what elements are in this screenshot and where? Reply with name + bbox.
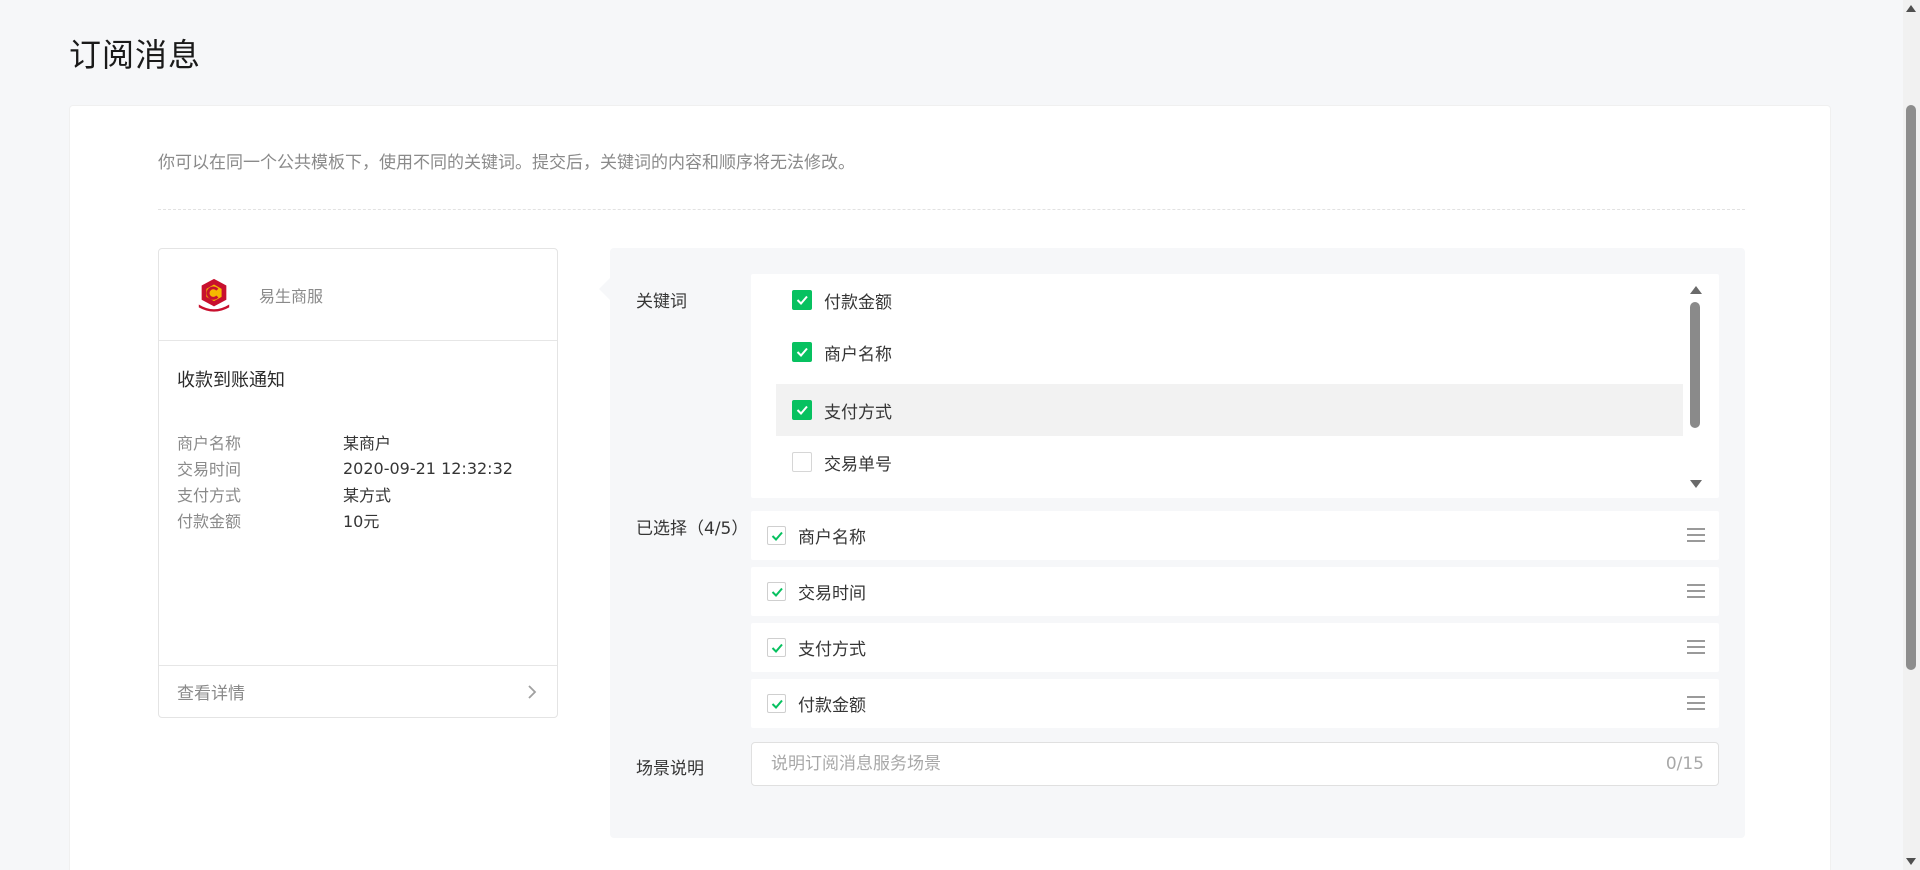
field-value: 2020-09-21 12:32:32 xyxy=(343,458,513,478)
keywords-label: 关键词 xyxy=(636,292,687,312)
checkbox-checked-icon[interactable] xyxy=(792,400,812,420)
keyword-option[interactable]: 付款金额 xyxy=(776,274,1683,326)
selected-keyword-item[interactable]: 付款金额 xyxy=(751,679,1719,728)
keyword-label: 付款金额 xyxy=(824,292,892,313)
config-panel: 关键词 付款金额 商户名称 支付方式 交易单号 已选择（4/5） 商户名称 交易… xyxy=(599,248,1745,838)
chevron-right-icon xyxy=(528,684,537,699)
keyword-option[interactable]: 支付方式 xyxy=(776,384,1683,436)
scroll-down-arrow-icon[interactable] xyxy=(1906,858,1916,865)
checkbox-checked-icon[interactable] xyxy=(767,526,786,545)
selected-keyword-label: 付款金额 xyxy=(798,696,866,716)
view-details-link[interactable]: 查看详情 xyxy=(159,665,557,717)
field-value: 某商户 xyxy=(343,434,392,453)
preview-field-row: 支付方式 某方式 xyxy=(177,481,513,507)
page-scrollbar[interactable] xyxy=(1903,0,1920,870)
scroll-up-arrow-icon[interactable] xyxy=(1690,286,1702,294)
checkbox-checked-icon[interactable] xyxy=(792,290,812,310)
checkbox-checked-icon[interactable] xyxy=(767,638,786,657)
drag-handle-icon[interactable] xyxy=(1687,528,1705,542)
char-counter: 0/15 xyxy=(1665,754,1704,774)
message-preview-card: 易生商服 收款到账通知 商户名称 某商户 交易时间 2020-09-21 12:… xyxy=(158,248,558,718)
page-scroll-thumb[interactable] xyxy=(1906,105,1916,670)
keyword-label: 商户名称 xyxy=(824,344,892,365)
keyword-option[interactable]: 交易单号 xyxy=(776,436,1683,488)
preview-fields: 商户名称 某商户 交易时间 2020-09-21 12:32:32 支付方式 某… xyxy=(177,429,513,533)
page-title: 订阅消息 xyxy=(69,36,202,74)
drag-handle-icon[interactable] xyxy=(1687,696,1705,710)
panel-pointer xyxy=(599,278,610,300)
hint-text: 你可以在同一个公共模板下，使用不同的关键词。提交后，关键词的内容和顺序将无法修改… xyxy=(158,153,855,173)
drag-handle-icon[interactable] xyxy=(1687,640,1705,654)
divider xyxy=(158,209,1745,210)
scene-label: 场景说明 xyxy=(636,759,704,779)
selected-keyword-label: 商户名称 xyxy=(798,528,866,548)
checkbox-checked-icon[interactable] xyxy=(767,694,786,713)
keywords-list: 付款金额 商户名称 支付方式 交易单号 xyxy=(751,274,1719,498)
main-card: 你可以在同一个公共模板下，使用不同的关键词。提交后，关键词的内容和顺序将无法修改… xyxy=(69,105,1831,870)
selected-keyword-label: 支付方式 xyxy=(798,640,866,660)
field-value: 某方式 xyxy=(343,486,392,505)
brand-name: 易生商服 xyxy=(259,286,324,306)
keywords-scrollbar[interactable] xyxy=(1689,282,1702,490)
preview-header: 易生商服 xyxy=(159,249,557,341)
selected-keyword-item[interactable]: 支付方式 xyxy=(751,623,1719,672)
scene-input-wrapper: 0/15 xyxy=(751,742,1719,786)
checkbox-empty-icon[interactable] xyxy=(792,452,812,472)
preview-field-row: 付款金额 10元 xyxy=(177,507,513,533)
field-label: 支付方式 xyxy=(177,486,242,505)
scroll-thumb[interactable] xyxy=(1690,302,1700,428)
message-title: 收款到账通知 xyxy=(177,370,285,391)
checkbox-checked-icon[interactable] xyxy=(767,582,786,601)
field-value: 10元 xyxy=(343,512,380,531)
selected-keyword-item[interactable]: 商户名称 xyxy=(751,511,1719,560)
keyword-label: 交易单号 xyxy=(824,454,892,475)
selected-keyword-item[interactable]: 交易时间 xyxy=(751,567,1719,616)
selected-label: 已选择（4/5） xyxy=(636,519,749,539)
scene-description-input[interactable] xyxy=(752,743,1632,785)
field-label: 商户名称 xyxy=(177,434,242,453)
field-label: 付款金额 xyxy=(177,512,242,531)
scroll-down-arrow-icon[interactable] xyxy=(1690,480,1702,488)
checkbox-checked-icon[interactable] xyxy=(792,342,812,362)
keyword-option[interactable]: 商户名称 xyxy=(776,326,1683,378)
drag-handle-icon[interactable] xyxy=(1687,584,1705,598)
view-details-label: 查看详情 xyxy=(177,684,245,704)
preview-field-row: 商户名称 某商户 xyxy=(177,429,513,455)
selected-keyword-label: 交易时间 xyxy=(798,584,866,604)
field-label: 交易时间 xyxy=(177,460,242,479)
preview-field-row: 交易时间 2020-09-21 12:32:32 xyxy=(177,455,513,481)
keyword-label: 支付方式 xyxy=(824,402,892,423)
brand-logo xyxy=(195,276,233,313)
scroll-up-arrow-icon[interactable] xyxy=(1906,5,1916,12)
